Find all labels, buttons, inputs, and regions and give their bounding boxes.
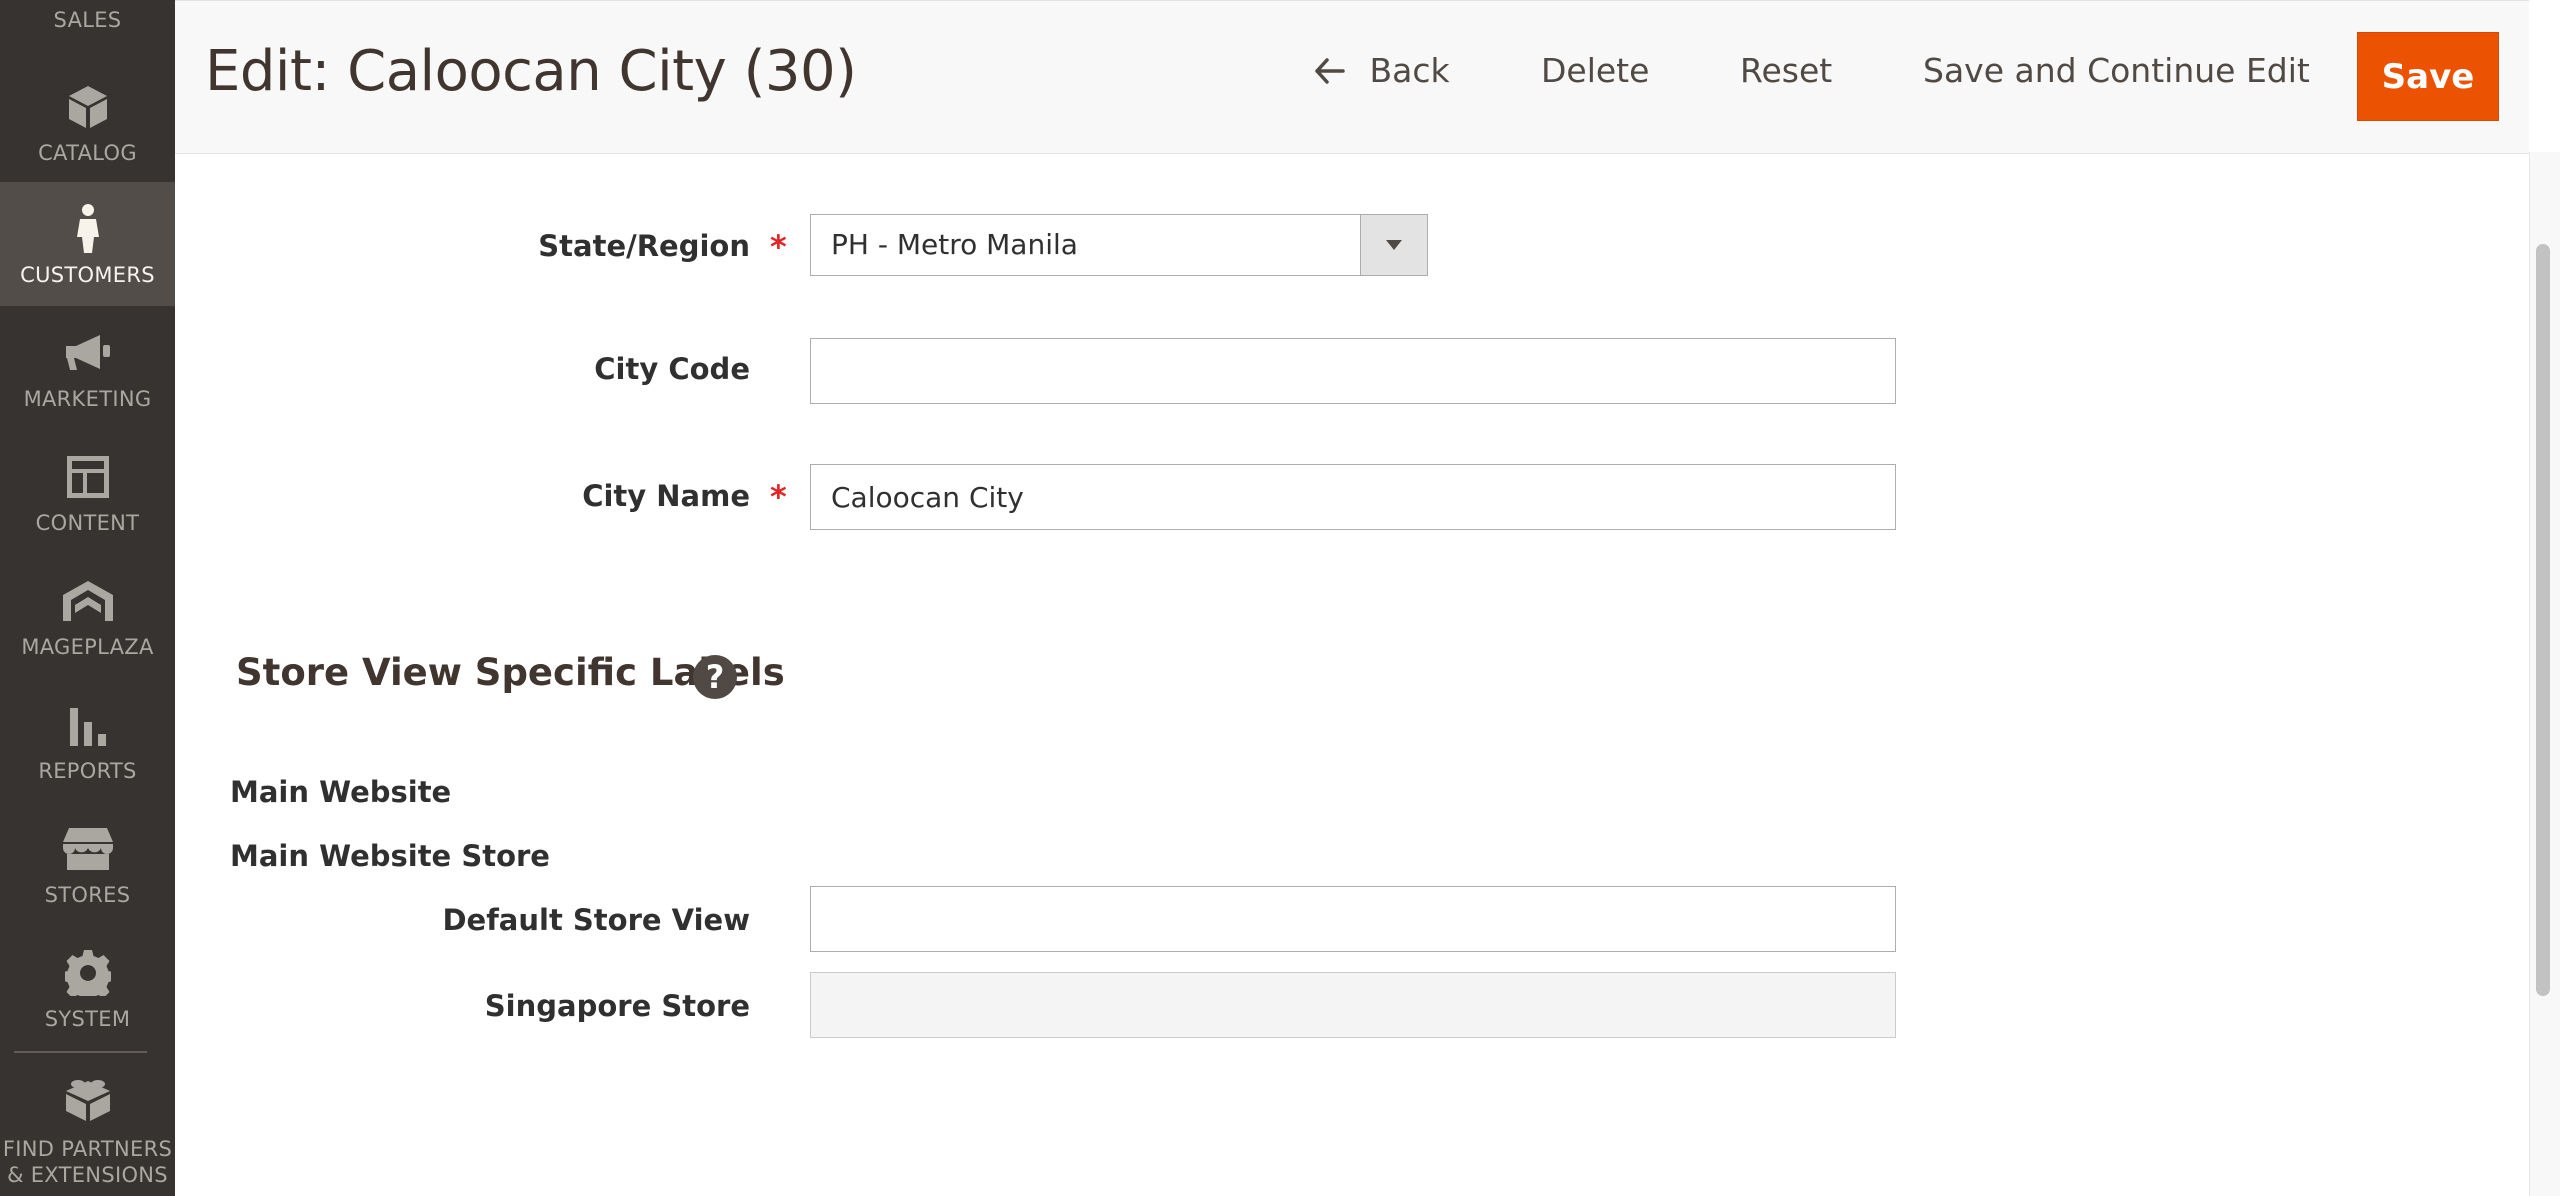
singapore-store-label: Singapore Store: [484, 989, 750, 1023]
default-store-view-input[interactable]: [810, 886, 1896, 952]
sidebar-item-catalog[interactable]: CATALOG: [0, 60, 175, 184]
state-region-label: State/Region: [538, 229, 750, 263]
sidebar-item-sales[interactable]: SALES: [0, 0, 175, 40]
layout-icon: [0, 452, 175, 502]
page-title: Edit: Caloocan City (30): [205, 39, 857, 104]
website-scope-label: Main Website: [230, 775, 452, 809]
page-actions-header: Edit: Caloocan City (30) Back Delete Res…: [175, 0, 2529, 154]
sidebar-item-marketing[interactable]: MARKETING: [0, 306, 175, 430]
partners-line-1: FIND PARTNERS: [2, 1137, 173, 1161]
lego-brick-icon: [0, 1074, 175, 1124]
required-marker: *: [770, 478, 787, 516]
storefront-icon: [0, 824, 175, 874]
scrollbar-thumb[interactable]: [2536, 244, 2550, 996]
default-store-view-label: Default Store View: [442, 903, 750, 937]
state-region-selected-value: PH - Metro Manila: [831, 228, 1078, 261]
gear-icon: [0, 948, 175, 998]
required-marker: *: [770, 228, 787, 266]
save-button[interactable]: Save: [2357, 32, 2499, 121]
back-label: Back: [1369, 51, 1450, 90]
sidebar-item-label: CUSTOMERS: [20, 263, 155, 287]
sidebar-item-system[interactable]: SYSTEM: [0, 926, 175, 1050]
sidebar-item-label: MAGEPLAZA: [21, 635, 154, 659]
sidebar-item-content[interactable]: CONTENT: [0, 430, 175, 554]
bar-chart-icon: [0, 700, 175, 750]
mageplaza-logo-icon: [0, 576, 175, 626]
sidebar-item-mageplaza[interactable]: MAGEPLAZA: [0, 554, 175, 678]
sidebar-item-label: SALES: [53, 8, 122, 32]
person-icon: [0, 204, 175, 254]
admin-sidebar: SALES CATALOG CUSTOMERS MARKETING CONTEN…: [0, 0, 175, 1196]
sidebar-divider: [14, 1051, 147, 1053]
delete-button[interactable]: Delete: [1541, 51, 1649, 90]
help-icon[interactable]: ?: [693, 655, 737, 699]
sidebar-item-label: MARKETING: [23, 387, 152, 411]
chevron-down-icon: [1385, 236, 1403, 255]
sidebar-item-label: FIND PARTNERS & EXTENSIONS: [0, 1136, 175, 1188]
save-and-continue-button[interactable]: Save and Continue Edit: [1923, 51, 2310, 90]
cube-icon: [0, 82, 175, 132]
store-scope-label: Main Website Store: [230, 839, 550, 873]
sidebar-item-customers[interactable]: CUSTOMERS: [0, 182, 175, 306]
sidebar-item-label: SYSTEM: [44, 1007, 131, 1031]
partners-line-2: & EXTENSIONS: [7, 1163, 168, 1187]
sidebar-item-label: STORES: [44, 883, 131, 907]
sidebar-item-reports[interactable]: REPORTS: [0, 678, 175, 802]
sidebar-item-label: CATALOG: [38, 141, 137, 165]
sidebar-item-label: CONTENT: [35, 511, 140, 535]
megaphone-icon: [0, 328, 175, 378]
dropdown-toggle[interactable]: [1360, 215, 1427, 275]
city-code-label: City Code: [594, 352, 750, 386]
sidebar-item-find-partners[interactable]: FIND PARTNERS & EXTENSIONS: [0, 1062, 175, 1196]
reset-button[interactable]: Reset: [1740, 51, 1832, 90]
back-button[interactable]: Back: [1315, 51, 1450, 90]
state-region-select[interactable]: PH - Metro Manila: [810, 214, 1428, 276]
city-name-input[interactable]: [810, 464, 1896, 530]
city-code-input[interactable]: [810, 338, 1896, 404]
sidebar-item-label: REPORTS: [38, 759, 137, 783]
arrow-left-icon: [1315, 53, 1356, 92]
sidebar-item-stores[interactable]: STORES: [0, 802, 175, 926]
city-name-label: City Name: [582, 479, 750, 513]
singapore-store-input: [810, 972, 1896, 1038]
